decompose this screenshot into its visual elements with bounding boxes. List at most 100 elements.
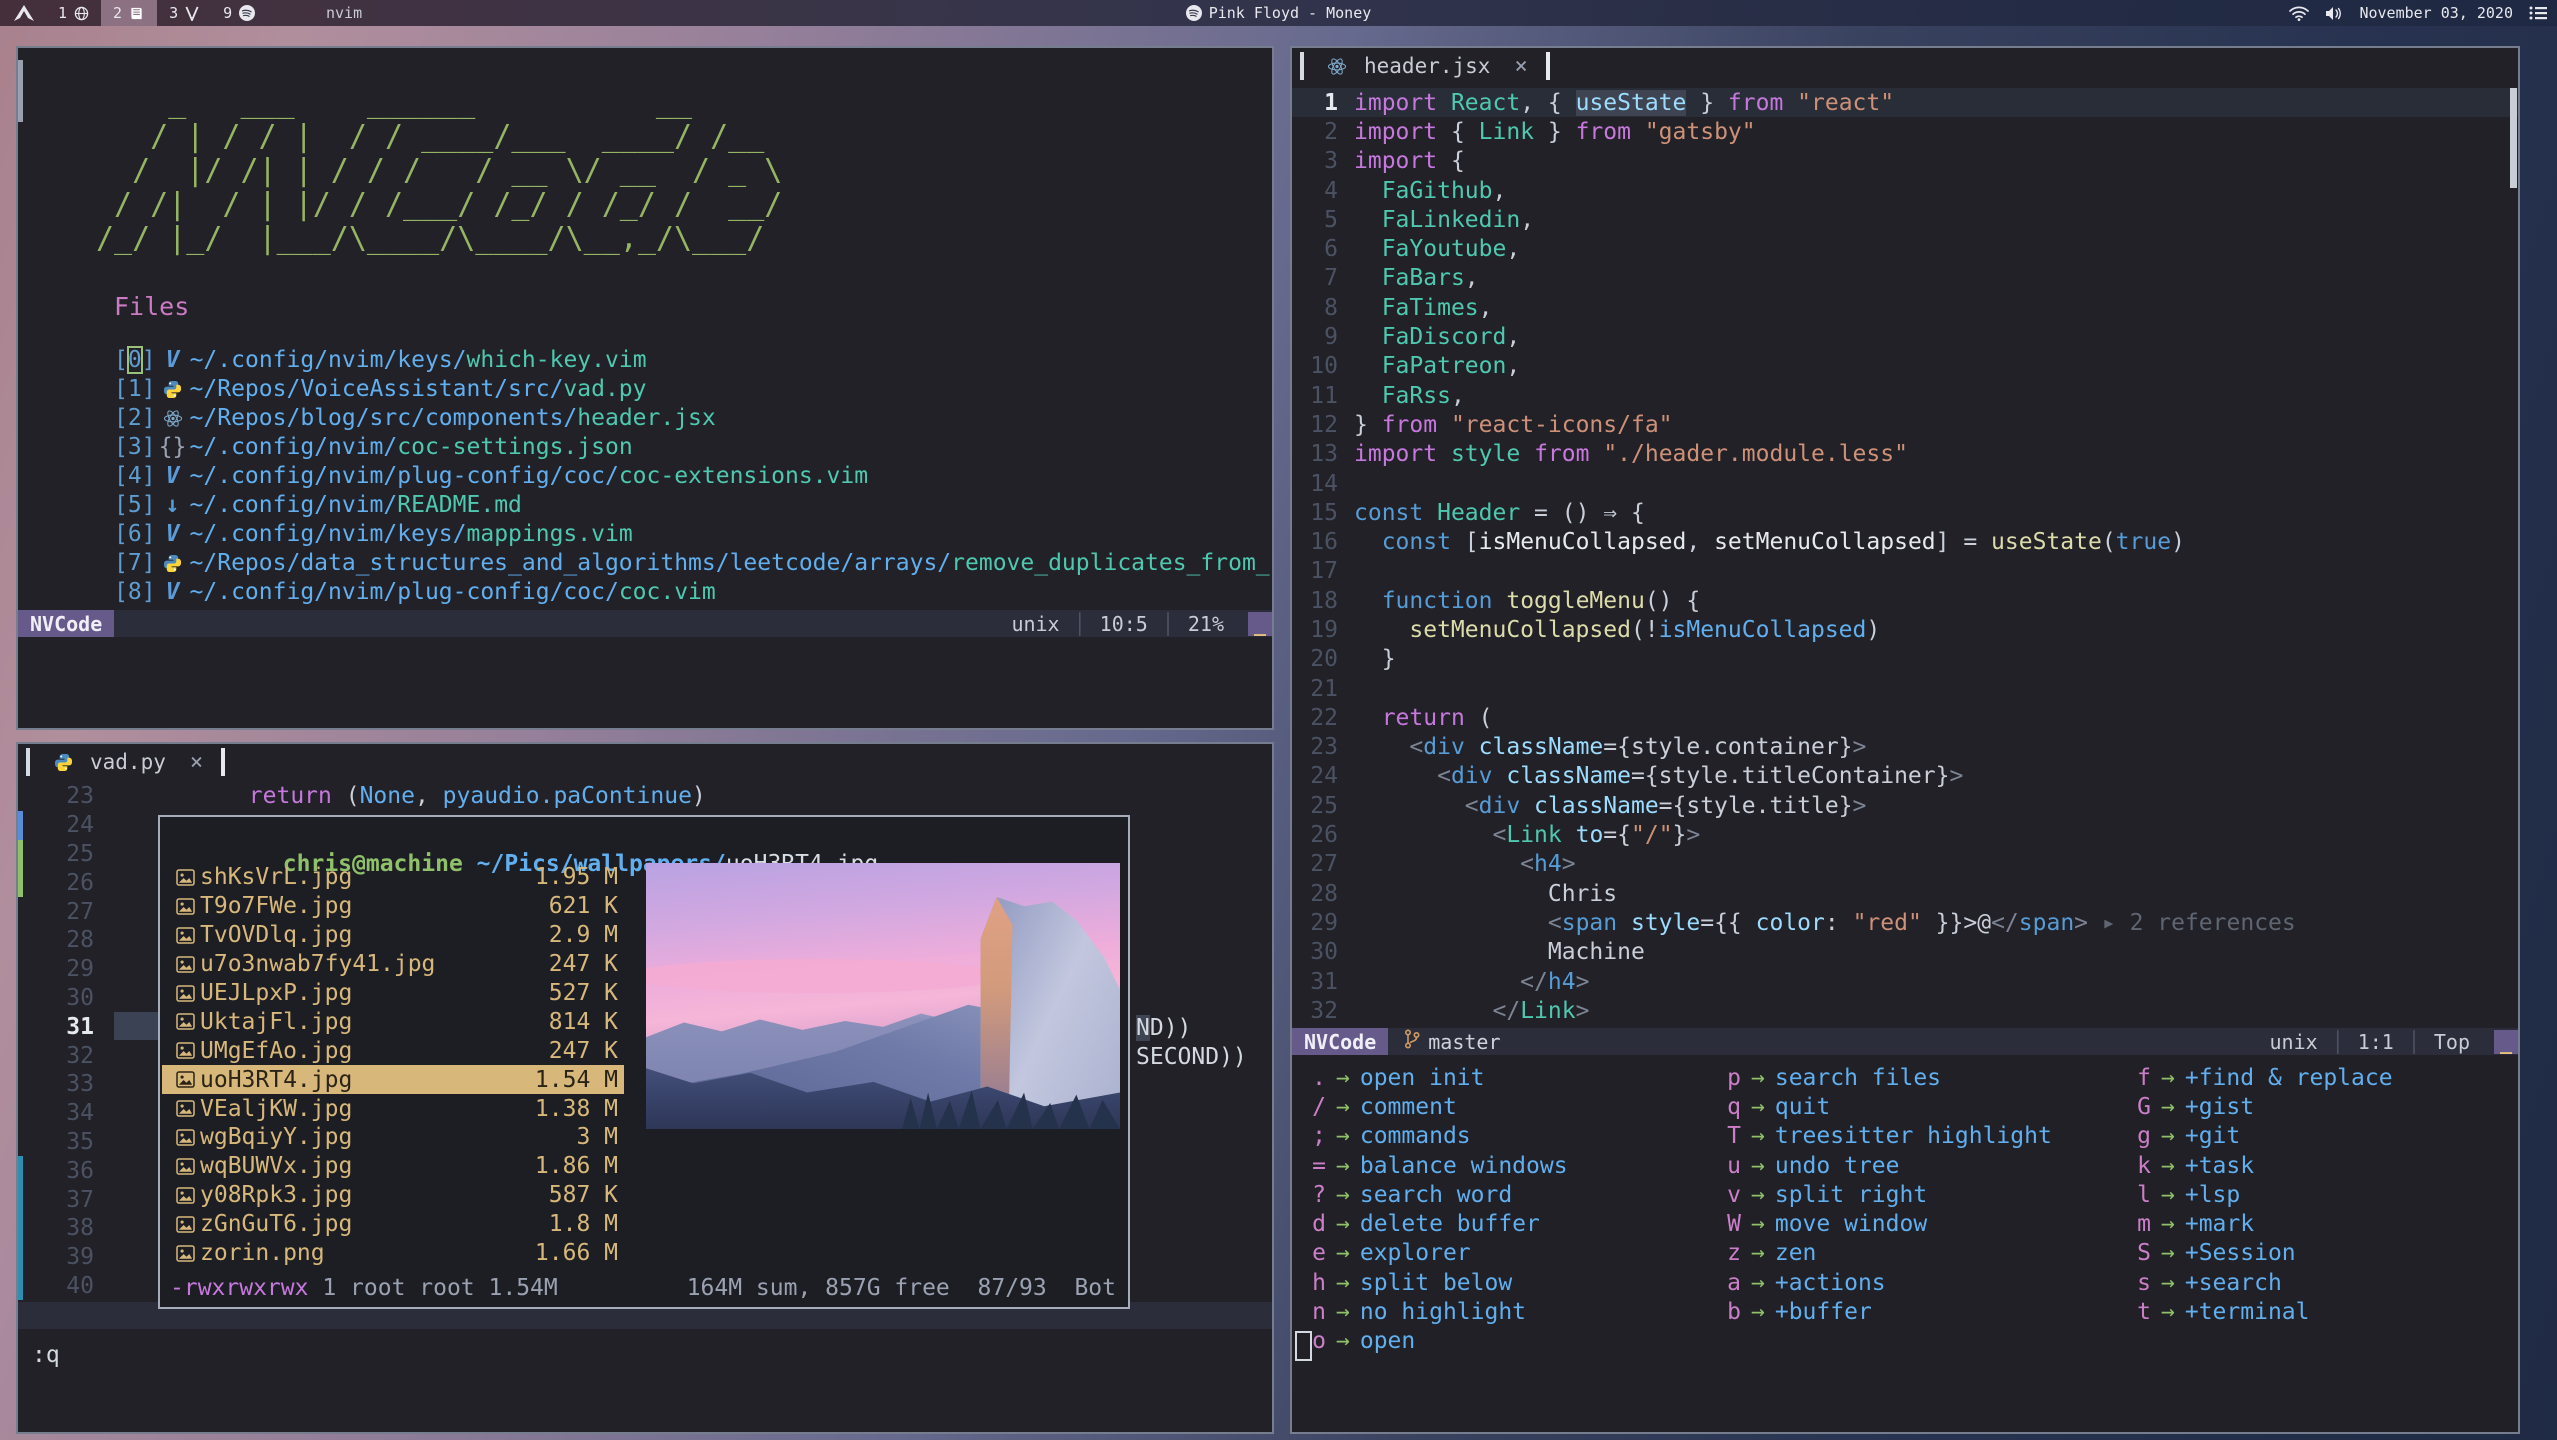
lf-file-UMgEfAo.jpg[interactable]: UMgEfAo.jpg247 K: [162, 1036, 624, 1065]
which-key-u[interactable]: u→undo tree: [1727, 1151, 2052, 1180]
which-key-h[interactable]: h→split below: [1312, 1268, 1568, 1297]
which-key-z[interactable]: z→zen: [1727, 1239, 2052, 1268]
which-key-a[interactable]: a→+actions: [1727, 1268, 2052, 1297]
which-key-t[interactable]: t→+terminal: [2137, 1297, 2393, 1326]
lf-file-T9o7FWe.jpg[interactable]: T9o7FWe.jpg621 K: [162, 892, 624, 921]
which-key-f[interactable]: f→+find & replace: [2137, 1063, 2393, 1092]
scrollbar-thumb[interactable]: [18, 60, 23, 122]
lf-file-zorin.png[interactable]: zorin.png1.66 M: [162, 1239, 624, 1268]
editor-line-29[interactable]: 29 <span style={{ color: "red" }}>@</spa…: [1292, 908, 2518, 937]
editor-line-16[interactable]: 16 const [isMenuCollapsed, setMenuCollap…: [1292, 527, 2518, 556]
tab-vad-py[interactable]: vad.py: [90, 750, 166, 774]
editor-line-20[interactable]: 20 }: [1292, 645, 2518, 674]
editor-line-24[interactable]: 24 <div className={style.titleContainer}…: [1292, 762, 2518, 791]
which-key-S[interactable]: S→+Session: [2137, 1239, 2393, 1268]
which-key-m[interactable]: m→+mark: [2137, 1209, 2393, 1238]
recent-file-4[interactable]: [4]V~/.config/nvim/plug-config/coc/coc-e…: [114, 462, 1270, 491]
editor-line-5[interactable]: 5 FaLinkedin,: [1292, 205, 2518, 234]
lf-file-zGnGuT6.jpg[interactable]: zGnGuT6.jpg1.8 M: [162, 1210, 624, 1239]
volume-icon[interactable]: [2325, 6, 2343, 21]
editor-line-18[interactable]: 18 function toggleMenu() {: [1292, 586, 2518, 615]
which-key-/[interactable]: /→comment: [1312, 1092, 1568, 1121]
editor-line-27[interactable]: 27 <h4>: [1292, 850, 2518, 879]
recent-file-5[interactable]: [5]↓~/.config/nvim/README.md: [114, 491, 1270, 520]
editor-line-21[interactable]: 21: [1292, 674, 2518, 703]
which-key-k[interactable]: k→+task: [2137, 1151, 2393, 1180]
which-key-?[interactable]: ?→search word: [1312, 1180, 1568, 1209]
recent-file-6[interactable]: [6]V~/.config/nvim/keys/mappings.vim: [114, 520, 1270, 549]
editor-line-6[interactable]: 6 FaYoutube,: [1292, 234, 2518, 263]
editor-line-23[interactable]: 23 return (None, pyaudio.paContinue): [18, 782, 1272, 811]
editor-line-19[interactable]: 19 setMenuCollapsed(!isMenuCollapsed): [1292, 615, 2518, 644]
which-key-s[interactable]: s→+search: [2137, 1268, 2393, 1297]
recent-file-8[interactable]: [8]V~/.config/nvim/plug-config/coc/coc.v…: [114, 578, 1270, 607]
workspace-2[interactable]: 2: [101, 0, 157, 26]
command-line[interactable]: :q: [32, 1342, 60, 1368]
lf-file-wqBUWVx.jpg[interactable]: wqBUWVx.jpg1.86 M: [162, 1152, 624, 1181]
lf-file-TvOVDlq.jpg[interactable]: TvOVDlq.jpg2.9 M: [162, 921, 624, 950]
lf-file-UEJLpxP.jpg[interactable]: UEJLpxP.jpg527 K: [162, 979, 624, 1008]
editor-line-4[interactable]: 4 FaGithub,: [1292, 176, 2518, 205]
tab-header-jsx[interactable]: header.jsx: [1364, 54, 1490, 78]
which-key-g[interactable]: g→+git: [2137, 1122, 2393, 1151]
which-key-d[interactable]: d→delete buffer: [1312, 1209, 1568, 1238]
which-key-l[interactable]: l→+lsp: [2137, 1180, 2393, 1209]
recent-file-3[interactable]: [3]{}~/.config/nvim/coc-settings.json: [114, 433, 1270, 462]
which-key-e[interactable]: e→explorer: [1312, 1239, 1568, 1268]
editor-line-3[interactable]: 3import {: [1292, 147, 2518, 176]
which-key-o[interactable]: o→open: [1312, 1327, 1568, 1356]
editor-line-28[interactable]: 28 Chris: [1292, 879, 2518, 908]
which-key-T[interactable]: T→treesitter highlight: [1727, 1122, 2052, 1151]
arch-logo-icon[interactable]: [14, 0, 34, 26]
recent-file-1[interactable]: [1]~/Repos/VoiceAssistant/src/vad.py: [114, 375, 1270, 404]
which-key-b[interactable]: b→+buffer: [1727, 1297, 2052, 1326]
editor-line-13[interactable]: 13import style from "./header.module.les…: [1292, 440, 2518, 469]
which-key-G[interactable]: G→+gist: [2137, 1092, 2393, 1121]
editor-line-17[interactable]: 17: [1292, 557, 2518, 586]
editor-line-11[interactable]: 11 FaRss,: [1292, 381, 2518, 410]
close-icon[interactable]: ×: [190, 750, 203, 775]
which-key-.[interactable]: .→open init: [1312, 1063, 1568, 1092]
lf-file-u7o3nwab7fy41.jpg[interactable]: u7o3nwab7fy41.jpg247 K: [162, 950, 624, 979]
editor-line-25[interactable]: 25 <div className={style.title}>: [1292, 791, 2518, 820]
lf-file-wgBqiyY.jpg[interactable]: wgBqiyY.jpg3 M: [162, 1123, 624, 1152]
editor-line-7[interactable]: 7 FaBars,: [1292, 264, 2518, 293]
which-key-;[interactable]: ;→commands: [1312, 1122, 1568, 1151]
editor-line-23[interactable]: 23 <div className={style.container}>: [1292, 733, 2518, 762]
editor-line-15[interactable]: 15const Header = () ⇒ {: [1292, 498, 2518, 527]
scrollbar-thumb[interactable]: [2510, 88, 2517, 188]
workspace-3[interactable]: 3: [157, 0, 211, 26]
wifi-icon[interactable]: [2289, 6, 2309, 21]
now-playing[interactable]: Pink Floyd - Money: [0, 0, 2557, 26]
editor-line-10[interactable]: 10 FaPatreon,: [1292, 352, 2518, 381]
lf-file-VEaljKW.jpg[interactable]: VEaljKW.jpg1.38 M: [162, 1094, 624, 1123]
editor-line-26[interactable]: 26 <Link to={"/"}>: [1292, 820, 2518, 849]
recent-file-7[interactable]: [7]~/Repos/data_structures_and_algorithm…: [114, 549, 1270, 578]
which-key-W[interactable]: W→move window: [1727, 1209, 2052, 1238]
editor-line-31[interactable]: 31 </h4>: [1292, 967, 2518, 996]
workspace-9[interactable]: 9: [211, 0, 267, 26]
editor-line-8[interactable]: 8 FaTimes,: [1292, 293, 2518, 322]
editor-lines[interactable]: 1import React, { useState } from "react"…: [1292, 88, 2518, 1026]
workspace-1[interactable]: 1: [46, 0, 101, 26]
which-key-v[interactable]: v→split right: [1727, 1180, 2052, 1209]
lf-file-list[interactable]: shKsVrL.jpg1.95 MT9o7FWe.jpg621 KTvOVDlq…: [162, 863, 624, 1267]
which-key-=[interactable]: =→balance windows: [1312, 1151, 1568, 1180]
which-key-q[interactable]: q→quit: [1727, 1092, 2052, 1121]
lf-file-uoH3RT4.jpg[interactable]: uoH3RT4.jpg1.54 M: [162, 1065, 624, 1094]
editor-line-22[interactable]: 22 return (: [1292, 703, 2518, 732]
lf-file-y08Rpk3.jpg[interactable]: y08Rpk3.jpg587 K: [162, 1181, 624, 1210]
which-key-n[interactable]: n→no highlight: [1312, 1297, 1568, 1326]
recent-file-2[interactable]: [2]~/Repos/blog/src/components/header.js…: [114, 404, 1270, 433]
close-icon[interactable]: ×: [1514, 54, 1527, 79]
list-menu-icon[interactable]: [2529, 6, 2547, 20]
editor-line-14[interactable]: 14: [1292, 469, 2518, 498]
editor-line-2[interactable]: 2import { Link } from "gatsby": [1292, 117, 2518, 146]
recent-file-0[interactable]: [0]V~/.config/nvim/keys/which-key.vim: [114, 346, 1270, 375]
editor-line-12[interactable]: 12} from "react-icons/fa": [1292, 410, 2518, 439]
lf-file-shKsVrL.jpg[interactable]: shKsVrL.jpg1.95 M: [162, 863, 624, 892]
editor-line-1[interactable]: 1import React, { useState } from "react": [1292, 88, 2518, 117]
editor-line-30[interactable]: 30 Machine: [1292, 938, 2518, 967]
which-key-p[interactable]: p→search files: [1727, 1063, 2052, 1092]
editor-line-9[interactable]: 9 FaDiscord,: [1292, 322, 2518, 351]
